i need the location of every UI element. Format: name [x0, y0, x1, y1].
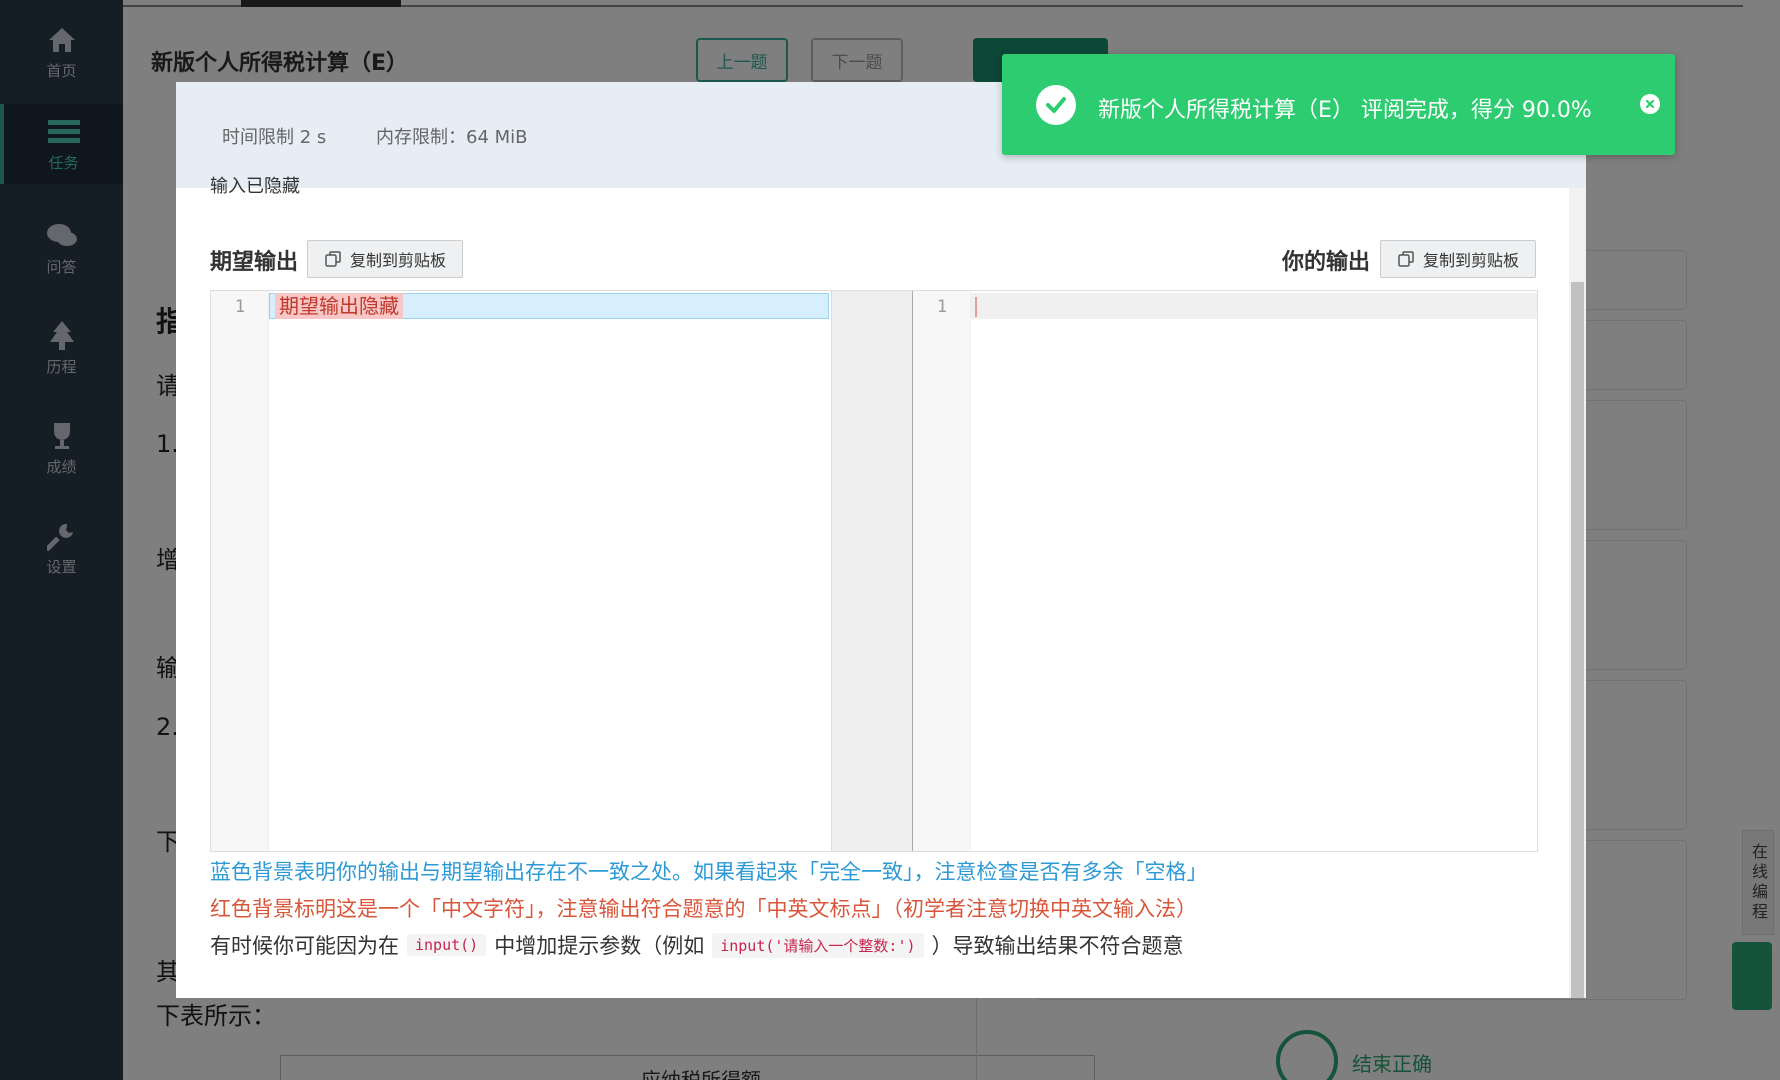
memory-limit: 内存限制：64 MiB: [376, 127, 528, 148]
copy-icon: [325, 251, 341, 267]
expected-gutter: 1: [211, 291, 269, 851]
copy-expected-label: 复制到剪贴板: [349, 251, 446, 270]
code-snippet: input(): [407, 934, 487, 956]
copy-expected-button[interactable]: 复制到剪贴板: [307, 240, 463, 278]
copy-your-button[interactable]: 复制到剪贴板: [1380, 240, 1536, 278]
diff-viewer[interactable]: 1 期望输出隐藏 1: [210, 290, 1538, 852]
copy-your-label: 复制到剪贴板: [1422, 251, 1519, 270]
your-line-highlight: [971, 293, 1537, 319]
note-hint-part: 中增加提示参数（例如: [494, 934, 705, 958]
result-modal: 时间限制 2 s 内存限制：64 MiB ✕ 关闭 输入已隐藏 期望输出 复制到…: [176, 82, 1586, 998]
your-gutter: 1: [913, 291, 971, 851]
success-toast: 新版个人所得税计算（E） 评阅完成，得分 90.0%: [1002, 54, 1675, 155]
copy-icon: [1398, 251, 1414, 267]
line-number: 1: [936, 297, 948, 317]
time-limit: 时间限制 2 s: [222, 127, 327, 148]
note-input-hint: 有时候你可能因为在 input() 中增加提示参数（例如 input('请输入一…: [210, 930, 1184, 960]
note-red-background: 红色背景标明这是一个「中文字符」，注意输出符合题意的「中英文标点」（初学者注意切…: [210, 897, 1197, 921]
toast-message: 新版个人所得税计算（E） 评阅完成，得分 90.0%: [1098, 98, 1592, 123]
input-hidden-text: 输入已隐藏: [210, 176, 300, 197]
note-hint-part: 有时候你可能因为在: [210, 934, 399, 958]
line-number: 1: [234, 297, 246, 317]
expected-line-text: 期望输出隐藏: [275, 293, 403, 319]
your-line-cursor: [975, 297, 977, 317]
your-output-title: 你的输出: [1282, 250, 1371, 275]
toast-close-icon[interactable]: [1640, 94, 1660, 114]
note-hint-part: ）导致输出结果不符合题意: [931, 934, 1184, 958]
expected-output-title: 期望输出: [210, 250, 299, 275]
diff-center-gap: [831, 291, 913, 851]
note-blue-background: 蓝色背景表明你的输出与期望输出存在不一致之处。如果看起来「完全一致」，注意检查是…: [210, 860, 1208, 884]
check-circle-icon: [1036, 85, 1076, 125]
code-snippet: input('请输入一个整数:'): [712, 932, 924, 958]
modal-scrollbar-thumb[interactable]: [1571, 282, 1584, 998]
